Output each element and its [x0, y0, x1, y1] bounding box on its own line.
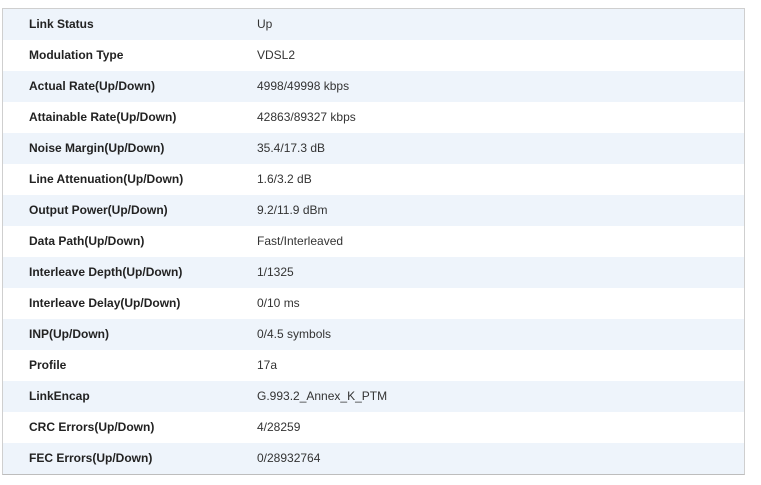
row-interleave-depth: Interleave Depth(Up/Down) 1/1325: [3, 257, 744, 288]
row-label: Link Status: [29, 17, 94, 31]
row-value: VDSL2: [257, 48, 296, 62]
row-line-attenuation: Line Attenuation(Up/Down) 1.6/3.2 dB: [3, 164, 744, 195]
row-noise-margin: Noise Margin(Up/Down) 35.4/17.3 dB: [3, 133, 744, 164]
row-value: 17a: [257, 358, 278, 372]
row-data-path: Data Path(Up/Down) Fast/Interleaved: [3, 226, 744, 257]
row-value: 42863/89327 kbps: [257, 110, 356, 124]
row-label: INP(Up/Down): [29, 327, 109, 341]
row-value: G.993.2_Annex_K_PTM: [257, 389, 388, 403]
row-label: Line Attenuation(Up/Down): [29, 172, 184, 186]
row-value: 0/28932764: [257, 451, 321, 465]
row-value: Up: [257, 17, 273, 31]
dsl-status-table: Link Status Up Modulation Type VDSL2 Act…: [3, 9, 744, 474]
row-label: Output Power(Up/Down): [29, 203, 168, 217]
row-value: 1/1325: [257, 265, 294, 279]
row-label: Attainable Rate(Up/Down): [29, 110, 177, 124]
row-label: Actual Rate(Up/Down): [29, 79, 155, 93]
row-fec-errors: FEC Errors(Up/Down) 0/28932764: [3, 443, 744, 474]
row-value: 9.2/11.9 dBm: [257, 203, 328, 217]
row-value: 0/10 ms: [257, 296, 300, 310]
row-label: FEC Errors(Up/Down): [29, 451, 153, 465]
row-profile: Profile 17a: [3, 350, 744, 381]
row-interleave-delay: Interleave Delay(Up/Down) 0/10 ms: [3, 288, 744, 319]
row-crc-errors: CRC Errors(Up/Down) 4/28259: [3, 412, 744, 443]
row-value: 4/28259: [257, 420, 301, 434]
row-label: CRC Errors(Up/Down): [29, 420, 155, 434]
row-label: Modulation Type: [29, 48, 124, 62]
row-value: 35.4/17.3 dB: [257, 141, 326, 155]
row-label: LinkEncap: [29, 389, 90, 403]
row-modulation-type: Modulation Type VDSL2: [3, 40, 744, 71]
row-value: 0/4.5 symbols: [257, 327, 332, 341]
row-value: 1.6/3.2 dB: [257, 172, 312, 186]
row-value: Fast/Interleaved: [257, 234, 344, 248]
row-label: Noise Margin(Up/Down): [29, 141, 165, 155]
row-link-encap: LinkEncap G.993.2_Annex_K_PTM: [3, 381, 744, 412]
row-label: Interleave Depth(Up/Down): [29, 265, 183, 279]
row-value: 4998/49998 kbps: [257, 79, 350, 93]
dsl-status-panel: Link Status Up Modulation Type VDSL2 Act…: [2, 8, 745, 475]
row-label: Interleave Delay(Up/Down): [29, 296, 181, 310]
row-inp: INP(Up/Down) 0/4.5 symbols: [3, 319, 744, 350]
row-output-power: Output Power(Up/Down) 9.2/11.9 dBm: [3, 195, 744, 226]
row-actual-rate: Actual Rate(Up/Down) 4998/49998 kbps: [3, 71, 744, 102]
row-label: Data Path(Up/Down): [29, 234, 145, 248]
row-attainable-rate: Attainable Rate(Up/Down) 42863/89327 kbp…: [3, 102, 744, 133]
row-label: Profile: [29, 358, 67, 372]
row-link-status: Link Status Up: [3, 9, 744, 40]
